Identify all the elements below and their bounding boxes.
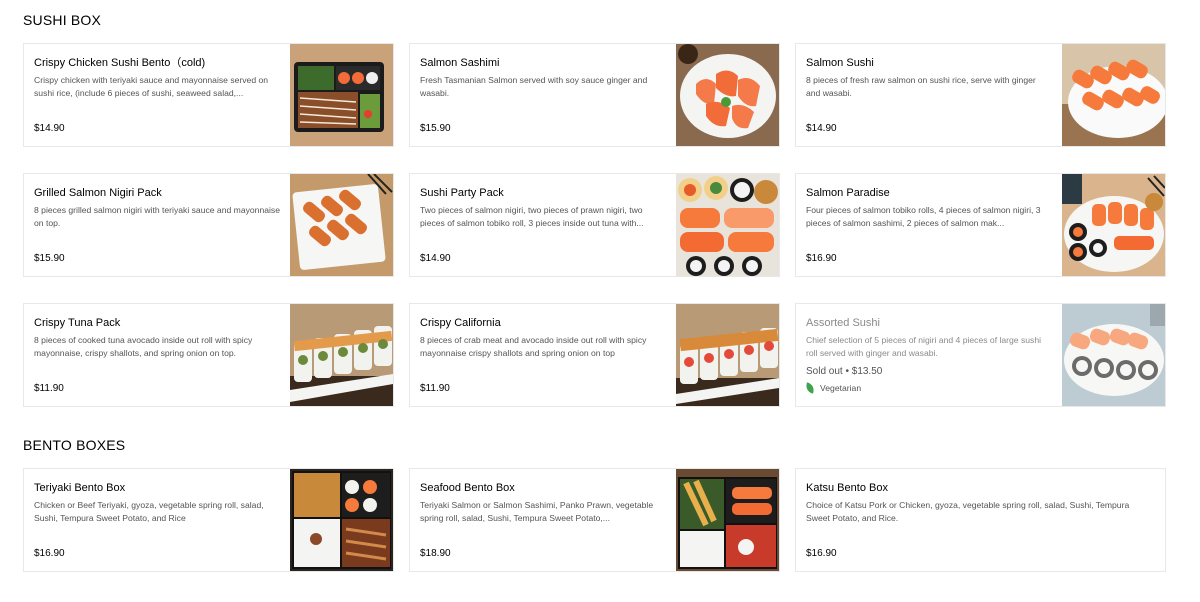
item-image	[290, 469, 393, 571]
menu-item-card[interactable]: Teriyaki Bento Box Chicken or Beef Teriy…	[23, 468, 394, 572]
item-price: $11.90	[34, 383, 64, 394]
item-price: $16.90	[806, 253, 837, 264]
item-description: Four pieces of salmon tobiko rolls, 4 pi…	[806, 205, 1041, 228]
menu-item-card[interactable]: Crispy Tuna Pack 8 pieces of cooked tuna…	[23, 303, 394, 407]
item-name: Teriyaki Bento Box	[34, 482, 126, 494]
item-description: 8 pieces of crab meat and avocado inside…	[420, 335, 647, 358]
bento-boxes-grid: Teriyaki Bento Box Chicken or Beef Teriy…	[23, 468, 1166, 572]
item-price: $16.90	[34, 548, 65, 559]
menu-item-card[interactable]: Salmon Sashimi Fresh Tasmanian Salmon se…	[409, 43, 780, 147]
item-price: $16.90	[806, 548, 837, 559]
item-image	[676, 174, 779, 276]
item-description: 8 pieces of cooked tuna avocado inside o…	[34, 335, 253, 358]
item-name: Salmon Sashimi	[420, 57, 500, 69]
item-name: Salmon Paradise	[806, 187, 890, 199]
item-image	[1062, 174, 1165, 276]
item-name: Grilled Salmon Nigiri Pack	[34, 187, 162, 199]
sushi-box-grid: Crispy Chicken Sushi Bento（cold) Crispy …	[23, 43, 1166, 407]
item-price: $14.90	[420, 253, 451, 264]
item-price: $18.90	[420, 548, 451, 559]
item-price: $11.90	[420, 383, 450, 394]
item-name: Crispy Chicken Sushi Bento（cold)	[34, 57, 206, 69]
item-image	[290, 44, 393, 146]
menu-item-card-sold-out[interactable]: Assorted Sushi Chief selection of 5 piec…	[795, 303, 1166, 407]
item-name: Sushi Party Pack	[420, 187, 504, 199]
item-description: Chief selection of 5 pieces of nigiri an…	[806, 335, 1042, 358]
item-description: Two pieces of salmon nigiri, two pieces …	[420, 205, 644, 228]
menu-item-card[interactable]: Salmon Sushi 8 pieces of fresh raw salmo…	[795, 43, 1166, 147]
menu-item-card[interactable]: Salmon Paradise Four pieces of salmon to…	[795, 173, 1166, 277]
item-name: Crispy California	[420, 317, 501, 329]
item-price: $15.90	[34, 253, 65, 264]
item-image	[290, 174, 393, 276]
item-description: 8 pieces of fresh raw salmon on sushi ri…	[806, 75, 1036, 98]
menu-item-card[interactable]: Katsu Bento Box Choice of Katsu Pork or …	[795, 468, 1166, 572]
item-description: Crispy chicken with teriyaki sauce and m…	[34, 75, 269, 98]
item-name: Seafood Bento Box	[420, 482, 515, 494]
item-description: Teriyaki Salmon or Salmon Sashimi, Panko…	[420, 500, 654, 523]
item-description: Fresh Tasmanian Salmon served with soy s…	[420, 75, 648, 98]
menu-item-card[interactable]: Seafood Bento Box Teriyaki Salmon or Sal…	[409, 468, 780, 572]
item-price: $14.90	[34, 123, 65, 134]
section-title-bento-boxes: BENTO BOXES	[23, 437, 126, 453]
item-description: Chicken or Beef Teriyaki, gyoza, vegetab…	[34, 500, 264, 523]
item-image	[676, 304, 779, 406]
item-name: Salmon Sushi	[806, 57, 874, 69]
item-description: Choice of Katsu Pork or Chicken, gyoza, …	[806, 500, 1130, 523]
item-image	[1062, 304, 1165, 406]
item-image	[676, 469, 779, 571]
menu-item-card[interactable]: Sushi Party Pack Two pieces of salmon ni…	[409, 173, 780, 277]
dietary-tag-label: Vegetarian	[820, 383, 862, 393]
sold-out-label: Sold out • $13.50	[806, 366, 883, 377]
item-image	[290, 304, 393, 406]
item-name: Crispy Tuna Pack	[34, 317, 121, 329]
item-price: $14.90	[806, 123, 837, 134]
section-title-sushi-box: SUSHI BOX	[23, 12, 102, 28]
menu-item-card[interactable]: Crispy California 8 pieces of crab meat …	[409, 303, 780, 407]
leaf-icon	[805, 382, 815, 394]
item-image	[1062, 44, 1165, 146]
dietary-tag: Vegetarian	[805, 382, 862, 394]
item-name: Assorted Sushi	[806, 317, 880, 329]
item-price: $15.90	[420, 123, 451, 134]
item-description: 8 pieces grilled salmon nigiri with teri…	[34, 205, 280, 228]
item-name: Katsu Bento Box	[806, 482, 888, 494]
menu-item-card[interactable]: Grilled Salmon Nigiri Pack 8 pieces gril…	[23, 173, 394, 277]
item-image	[676, 44, 779, 146]
menu-item-card[interactable]: Crispy Chicken Sushi Bento（cold) Crispy …	[23, 43, 394, 147]
